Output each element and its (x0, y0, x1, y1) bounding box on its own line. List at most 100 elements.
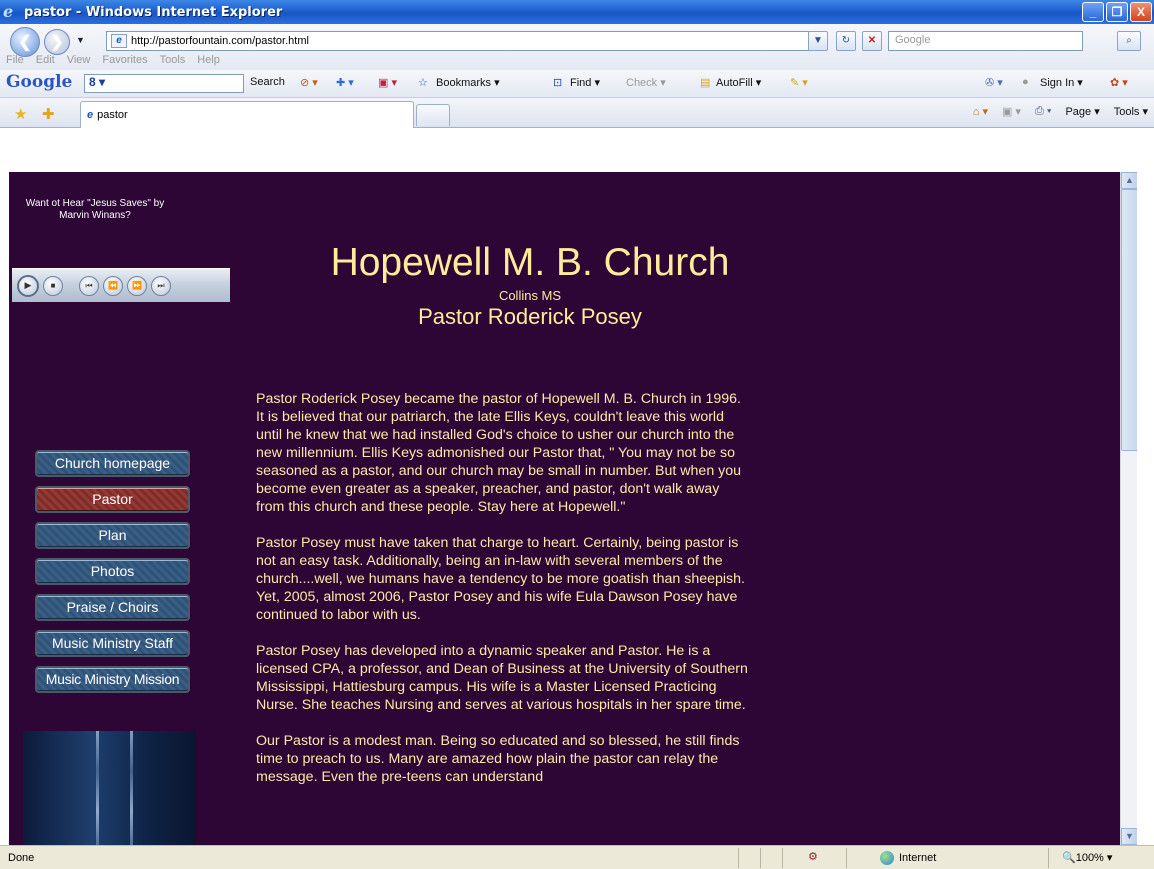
address-url: http://pastorfountain.com/pastor.html (131, 35, 309, 47)
google-toolbar: Google 8 ▾ Search ⊘ ▾ ✚ ▾ ▣ ▾ ☆ Bookmark… (0, 70, 1154, 98)
vertical-scrollbar[interactable]: ▲ ▼ (1120, 172, 1137, 845)
status-divider (1048, 848, 1049, 868)
tab-page-icon: e (87, 109, 94, 121)
play-icon[interactable]: ▶ (17, 274, 39, 297)
page-content: Want ot Hear "Jesus Saves" by Marvin Win… (9, 172, 1137, 845)
favorites-star-icon[interactable]: ★ (14, 105, 27, 123)
water-streak (130, 731, 133, 845)
new-tab-button[interactable] (416, 104, 450, 126)
stop-media-icon[interactable]: ■ (43, 275, 63, 296)
site-navigation: Church homepage Pastor Plan Photos Prais… (35, 450, 190, 693)
zoom-level[interactable]: 🔍100% ▾ (1062, 851, 1112, 864)
menu-edit[interactable]: Edit (36, 54, 55, 70)
back-button[interactable]: ❮ (10, 27, 40, 57)
tab-bar: ★ ✚ e pastor ⌂ ▾ ▣ ▾ ⎙ ▾ Page ▾ Tools ▾ (0, 98, 1154, 128)
church-title: Hopewell M. B. Church (330, 241, 730, 284)
page-heading: Hopewell M. B. Church Collins MS Pastor … (255, 240, 805, 330)
zoom-value: 100% (1075, 852, 1104, 864)
fast-forward-icon[interactable]: ⏩ (127, 275, 147, 296)
settings-wrench-icon[interactable]: ✇ ▾ (985, 76, 1003, 89)
wand-icon[interactable]: ✎ ▾ (790, 76, 808, 89)
scrollbar-thumb[interactable] (1121, 189, 1137, 451)
scroll-up-icon[interactable]: ▲ (1121, 172, 1137, 189)
google-search-button[interactable]: Search (250, 76, 285, 88)
google-search-box[interactable]: 8 ▾ (84, 74, 244, 93)
find-menu[interactable]: Find ▾ (570, 76, 600, 89)
window-title-bar: e pastor - Windows Internet Explorer _ ❐… (0, 0, 1154, 24)
fountain-image (23, 731, 196, 845)
refresh-icon[interactable]: ↻ (836, 31, 856, 51)
status-divider (738, 848, 739, 868)
minimize-button[interactable]: _ (1082, 2, 1104, 22)
window-title: pastor - Windows Internet Explorer (24, 4, 283, 20)
print-icon[interactable]: ⎙ ▾ (1035, 105, 1051, 118)
music-promo-text: Want ot Hear "Jesus Saves" by Marvin Win… (25, 198, 165, 221)
forward-button[interactable]: ❯ (44, 29, 70, 55)
status-divider (846, 848, 847, 868)
next-icon[interactable]: ⏭ (151, 275, 171, 296)
status-divider (760, 848, 761, 868)
spellcheck-icon[interactable]: ▣ ▾ (378, 76, 397, 89)
bio-paragraph: Pastor Roderick Posey became the pastor … (256, 391, 742, 515)
pastor-biography: Pastor Roderick Posey became the pastor … (256, 390, 751, 804)
status-bar: Done ⚙ Internet 🔍100% ▾ (0, 845, 1154, 869)
previous-icon[interactable]: ⏮ (79, 275, 99, 296)
globe-icon (880, 851, 894, 865)
address-dropdown-icon[interactable]: ▼ (808, 31, 828, 51)
menu-favorites[interactable]: Favorites (102, 54, 147, 70)
sign-in-menu[interactable]: Sign In ▾ (1040, 76, 1083, 89)
menu-bar: File Edit View Favorites Tools Help (0, 54, 220, 70)
menu-tools[interactable]: Tools (160, 54, 186, 70)
water-streak (96, 731, 99, 845)
close-button[interactable]: X (1130, 2, 1152, 22)
tab-pastor[interactable]: e pastor (80, 101, 414, 128)
nav-pastor[interactable]: Pastor (35, 486, 190, 513)
ie-icon: e (3, 2, 14, 21)
extension-icon[interactable]: ✿ ▾ (1110, 76, 1128, 89)
bio-paragraph: Our Pastor is a modest man. Being so edu… (256, 733, 740, 785)
nav-plan[interactable]: Plan (35, 522, 190, 549)
menu-help[interactable]: Help (197, 54, 220, 70)
address-bar[interactable]: e http://pastorfountain.com/pastor.html (106, 31, 826, 51)
pastor-name: Pastor Roderick Posey (418, 304, 642, 329)
search-icon[interactable]: ⌕ (1117, 31, 1141, 51)
maximize-button[interactable]: ❐ (1106, 2, 1128, 22)
menu-view[interactable]: View (67, 54, 91, 70)
status-text: Done (8, 852, 35, 864)
nav-music-ministry-staff[interactable]: Music Ministry Staff (35, 630, 190, 657)
privacy-icon[interactable]: ⚙ (808, 850, 818, 863)
media-player: ▶ ■ ⏮ ⏪ ⏩ ⏭ (12, 268, 230, 302)
command-bar: ⌂ ▾ ▣ ▾ ⎙ ▾ Page ▾ Tools ▾ (973, 105, 1148, 118)
autofill-menu[interactable]: AutoFill ▾ (716, 76, 761, 89)
nav-photos[interactable]: Photos (35, 558, 190, 585)
menu-file[interactable]: File (6, 54, 24, 70)
page-menu[interactable]: Page ▾ (1065, 105, 1099, 118)
history-dropdown-icon[interactable]: ▼ (76, 35, 85, 45)
nav-church-homepage[interactable]: Church homepage (35, 450, 190, 477)
check-menu[interactable]: Check ▾ (626, 76, 666, 89)
stop-icon[interactable]: ✕ (862, 31, 882, 51)
nav-music-ministry-mission[interactable]: Music Ministry Mission (35, 666, 190, 693)
bio-paragraph: Pastor Posey must have taken that charge… (256, 535, 745, 623)
nav-praise-choirs[interactable]: Praise / Choirs (35, 594, 190, 621)
add-favorites-icon[interactable]: ✚ (42, 105, 55, 123)
zone-label: Internet (899, 852, 937, 864)
bio-paragraph: Pastor Posey has developed into a dynami… (256, 643, 748, 713)
home-icon[interactable]: ⌂ ▾ (973, 105, 988, 118)
rewind-icon[interactable]: ⏪ (103, 275, 123, 296)
security-zone[interactable]: Internet (880, 851, 936, 865)
sign-in-icon: ● (1022, 76, 1029, 88)
autofill-icon: ▤ (700, 77, 711, 89)
find-icon: ⊡ (553, 77, 563, 89)
church-location: Collins MS (498, 288, 562, 303)
search-input[interactable]: Google (888, 31, 1083, 51)
bookmarks-menu[interactable]: Bookmarks ▾ (436, 76, 500, 89)
google-logo: Google (6, 72, 73, 92)
scroll-down-icon[interactable]: ▼ (1121, 828, 1137, 845)
feeds-icon[interactable]: ▣ ▾ (1002, 105, 1021, 118)
bookmark-star-icon[interactable]: ☆ (418, 76, 428, 89)
tools-menu[interactable]: Tools ▾ (1114, 105, 1148, 118)
tab-label: pastor (97, 109, 128, 121)
plus-icon[interactable]: ✚ ▾ (336, 76, 354, 89)
popup-blocker-icon[interactable]: ⊘ ▾ (300, 76, 318, 89)
